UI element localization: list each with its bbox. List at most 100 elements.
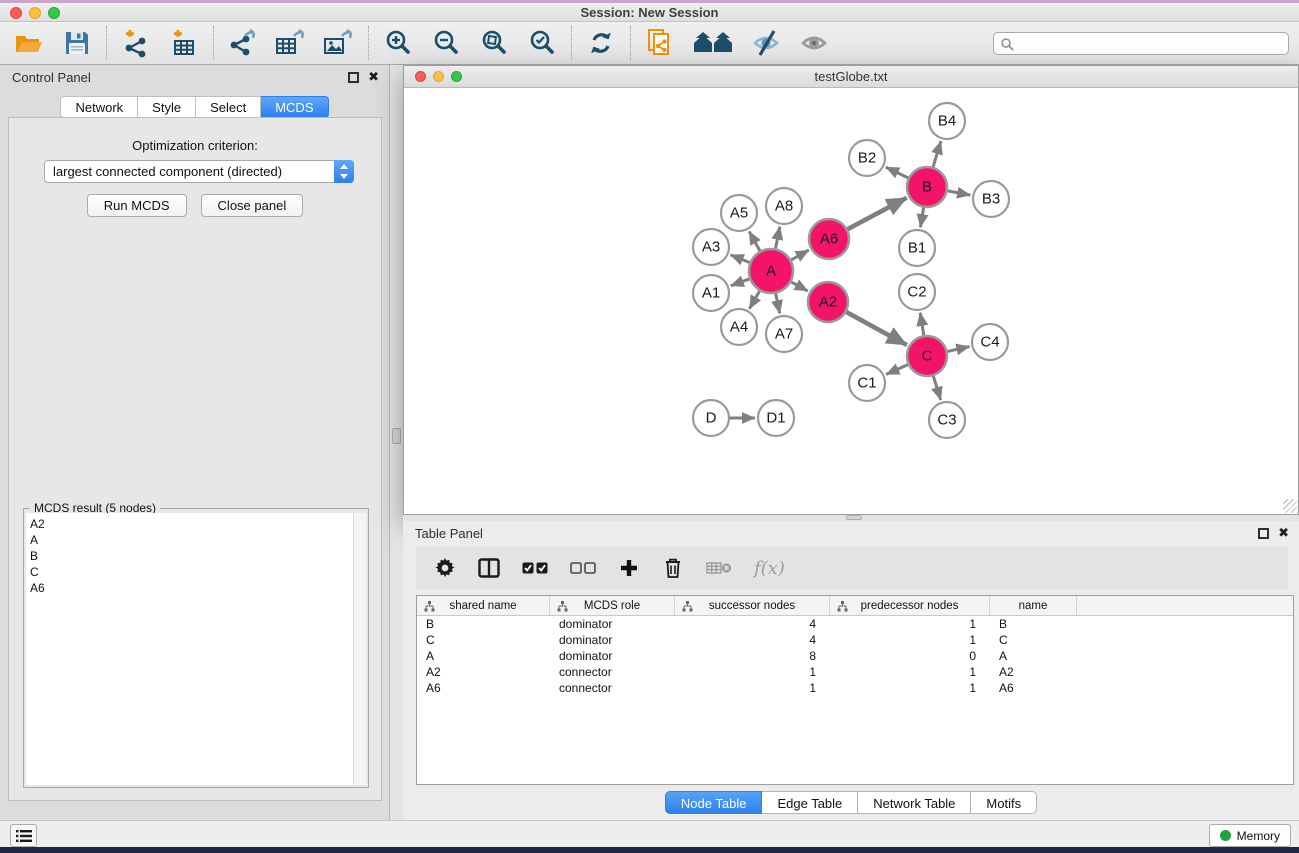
column-header-MCDS-role[interactable]: MCDS role xyxy=(550,596,675,616)
edge-A-A1[interactable] xyxy=(731,279,750,286)
cell-name[interactable]: C xyxy=(990,632,1077,648)
node-A3[interactable]: A3 xyxy=(693,229,729,265)
edge-A-A5[interactable] xyxy=(749,231,760,250)
settings-gear-icon[interactable] xyxy=(434,554,456,582)
search-field[interactable] xyxy=(993,32,1289,55)
cell-successor-nodes[interactable]: 8 xyxy=(675,648,830,664)
task-history-button[interactable] xyxy=(10,824,37,847)
node-A1[interactable]: A1 xyxy=(693,275,729,311)
hide-selected-icon[interactable] xyxy=(749,26,783,60)
edge-C-C2[interactable] xyxy=(920,313,924,336)
result-list-scrollbar[interactable] xyxy=(353,513,366,785)
show-selected-icon[interactable] xyxy=(797,26,831,60)
cell-name[interactable]: B xyxy=(990,616,1077,632)
export-network-icon[interactable] xyxy=(226,26,260,60)
run-mcds-button[interactable]: Run MCDS xyxy=(87,194,187,217)
divider-handle[interactable] xyxy=(846,515,862,520)
node-A[interactable]: A xyxy=(749,249,793,293)
import-network-icon[interactable] xyxy=(119,26,153,60)
mcds-result-item[interactable]: B xyxy=(30,548,353,564)
node-A7[interactable]: A7 xyxy=(766,316,802,352)
node-B[interactable]: B xyxy=(907,167,947,207)
node-B1[interactable]: B1 xyxy=(899,230,935,266)
mcds-result-item[interactable]: A2 xyxy=(30,516,353,532)
deselect-all-checkboxes-icon[interactable] xyxy=(570,554,596,582)
node-C3[interactable]: C3 xyxy=(929,402,965,438)
node-B3[interactable]: B3 xyxy=(973,181,1009,217)
open-session-icon[interactable] xyxy=(12,26,46,60)
cell-predecessor-nodes[interactable]: 1 xyxy=(830,616,990,632)
edge-A2-C[interactable] xyxy=(846,312,906,345)
edge-B-B4[interactable] xyxy=(933,141,941,167)
vertical-split-divider[interactable] xyxy=(390,65,403,820)
network-window-titlebar[interactable]: testGlobe.txt xyxy=(404,66,1298,88)
export-table-icon[interactable] xyxy=(274,26,308,60)
edge-A-A4[interactable] xyxy=(749,291,759,309)
float-panel-icon[interactable] xyxy=(1258,528,1269,539)
memory-status-button[interactable]: Memory xyxy=(1209,824,1291,847)
cell-shared-name[interactable]: A2 xyxy=(417,664,550,680)
node-B2[interactable]: B2 xyxy=(849,140,885,176)
export-image-icon[interactable] xyxy=(322,26,356,60)
apply-layout-icon[interactable] xyxy=(584,26,618,60)
node-C4[interactable]: C4 xyxy=(972,324,1008,360)
cell-successor-nodes[interactable]: 1 xyxy=(675,664,830,680)
columns-icon[interactable] xyxy=(478,554,500,582)
cell-MCDS-role[interactable]: connector xyxy=(550,664,675,680)
cell-shared-name[interactable]: C xyxy=(417,632,550,648)
table-row[interactable]: Adominator80A xyxy=(417,648,1293,664)
edge-C-C1[interactable] xyxy=(886,365,908,375)
show-all-icon[interactable] xyxy=(691,26,735,60)
app-titlebar[interactable]: Session: New Session xyxy=(0,3,1299,22)
delete-column-icon[interactable] xyxy=(662,554,684,582)
tab-motifs[interactable]: Motifs xyxy=(971,791,1037,814)
node-A8[interactable]: A8 xyxy=(766,188,802,224)
select-all-checkboxes-icon[interactable] xyxy=(522,554,548,582)
optimization-criterion-dropdown[interactable]: largest connected component (directed) xyxy=(44,160,354,183)
node-A2[interactable]: A2 xyxy=(808,282,848,322)
cell-successor-nodes[interactable]: 4 xyxy=(675,632,830,648)
edge-A-A2[interactable] xyxy=(791,282,808,291)
function-builder-icon[interactable]: f(x) xyxy=(754,554,785,582)
close-panel-button[interactable]: Close panel xyxy=(201,194,304,217)
save-session-icon[interactable] xyxy=(60,26,94,60)
import-table-icon[interactable] xyxy=(167,26,201,60)
cell-MCDS-role[interactable]: dominator xyxy=(550,616,675,632)
cell-successor-nodes[interactable]: 4 xyxy=(675,616,830,632)
mcds-result-item[interactable]: A xyxy=(30,532,353,548)
tab-network[interactable]: Network xyxy=(60,96,138,118)
tab-style[interactable]: Style xyxy=(138,96,196,118)
column-header-name[interactable]: name xyxy=(990,596,1077,616)
tab-network-table[interactable]: Network Table xyxy=(858,791,971,814)
node-A4[interactable]: A4 xyxy=(721,309,757,345)
zoom-in-icon[interactable] xyxy=(381,26,415,60)
edge-B-B3[interactable] xyxy=(948,191,971,195)
zoom-selected-icon[interactable] xyxy=(525,26,559,60)
mcds-result-item[interactable]: A6 xyxy=(30,580,353,596)
cell-shared-name[interactable]: B xyxy=(417,616,550,632)
cell-shared-name[interactable]: A6 xyxy=(417,680,550,696)
column-header-shared-name[interactable]: shared name xyxy=(417,596,550,616)
edge-C-C4[interactable] xyxy=(947,347,969,352)
cell-name[interactable]: A2 xyxy=(990,664,1077,680)
cell-name[interactable]: A6 xyxy=(990,680,1077,696)
float-panel-icon[interactable] xyxy=(348,72,359,83)
edge-B-B1[interactable] xyxy=(920,208,923,228)
cell-MCDS-role[interactable]: dominator xyxy=(550,632,675,648)
node-D1[interactable]: D1 xyxy=(758,400,794,436)
close-panel-icon[interactable]: ✖ xyxy=(368,71,379,84)
node-C1[interactable]: C1 xyxy=(849,365,885,401)
table-row[interactable]: Bdominator41B xyxy=(417,616,1293,632)
window-resize-grip[interactable] xyxy=(1283,499,1297,513)
cell-shared-name[interactable]: A xyxy=(417,648,550,664)
node-B4[interactable]: B4 xyxy=(929,103,965,139)
edge-C-C3[interactable] xyxy=(933,376,940,400)
table-row[interactable]: A2connector11A2 xyxy=(417,664,1293,680)
node-A5[interactable]: A5 xyxy=(721,195,757,231)
edge-A6-B[interactable] xyxy=(848,198,907,229)
add-column-icon[interactable] xyxy=(618,554,640,582)
edge-A-A7[interactable] xyxy=(776,294,780,314)
cell-successor-nodes[interactable]: 1 xyxy=(675,680,830,696)
tab-edge-table[interactable]: Edge Table xyxy=(762,791,858,814)
table-row[interactable]: Cdominator41C xyxy=(417,632,1293,648)
